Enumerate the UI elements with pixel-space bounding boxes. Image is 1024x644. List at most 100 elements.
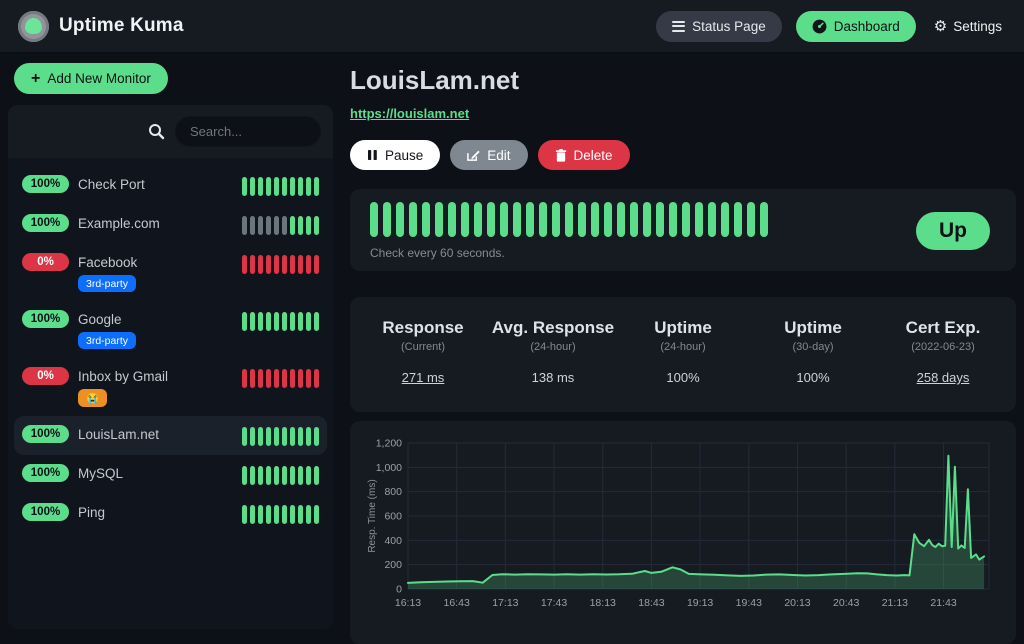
beat xyxy=(250,177,255,196)
add-monitor-label: Add New Monitor xyxy=(47,71,151,86)
beat xyxy=(617,202,625,237)
beat xyxy=(290,312,295,331)
beat xyxy=(298,312,303,331)
beat xyxy=(306,427,311,446)
beat xyxy=(282,427,287,446)
stat-label: Response xyxy=(358,318,488,338)
beat xyxy=(250,427,255,446)
tag-badge: 3rd-party xyxy=(78,332,136,349)
beat xyxy=(298,369,303,388)
beat xyxy=(274,312,279,331)
search-input[interactable] xyxy=(175,116,321,147)
beat xyxy=(298,466,303,485)
svg-text:21:13: 21:13 xyxy=(882,597,908,609)
status-page-button[interactable]: Status Page xyxy=(656,11,782,42)
edit-label: Edit xyxy=(487,148,510,163)
svg-text:18:13: 18:13 xyxy=(590,597,616,609)
beat xyxy=(258,369,263,388)
stat-label: Avg. Response xyxy=(488,318,618,338)
monitor-list-item[interactable]: 100% Ping xyxy=(14,494,327,533)
monitor-list-item[interactable]: 100% MySQL xyxy=(14,455,327,494)
dashboard-button[interactable]: Dashboard xyxy=(796,11,916,42)
monitor-url-link[interactable]: https://louislam.net xyxy=(350,106,469,121)
stat-sublabel: (30-day) xyxy=(748,341,878,353)
beat xyxy=(306,216,311,235)
beat xyxy=(539,202,547,237)
svg-text:20:13: 20:13 xyxy=(784,597,810,609)
monitor-name: Check Port xyxy=(78,177,145,192)
delete-button[interactable]: Delete xyxy=(538,140,630,170)
search-bar xyxy=(8,105,333,158)
stats-panel: Response(Current)271 msAvg. Response(24-… xyxy=(350,297,1016,412)
monitor-list-item[interactable]: 100% Google 3rd-party xyxy=(14,301,327,358)
uptime-badge: 100% xyxy=(22,464,69,482)
svg-text:600: 600 xyxy=(384,511,402,523)
monitor-list-item[interactable]: 100% Check Port xyxy=(14,166,327,205)
mini-heartbeat-bar xyxy=(242,425,319,446)
svg-text:17:43: 17:43 xyxy=(541,597,567,609)
edit-button[interactable]: Edit xyxy=(450,140,527,170)
beat xyxy=(242,312,247,331)
delete-label: Delete xyxy=(574,148,613,163)
monitor-list-item[interactable]: 0%Inbox by Gmail😭 xyxy=(14,358,327,416)
response-time-chart: 02004006008001,0001,20016:1316:4317:1317… xyxy=(364,437,995,629)
beat xyxy=(266,369,271,388)
beat xyxy=(306,255,311,274)
uptime-badge: 100% xyxy=(22,503,69,521)
uptime-badge: 100% xyxy=(22,310,69,328)
check-interval-caption: Check every 60 seconds. xyxy=(370,246,900,260)
pause-button[interactable]: Pause xyxy=(350,140,440,170)
monitor-name: Google xyxy=(78,312,122,327)
monitor-list-item[interactable]: 100%Example.com xyxy=(14,205,327,244)
beat xyxy=(513,202,521,237)
settings-button[interactable]: ⚙ Settings xyxy=(930,11,1006,42)
beat xyxy=(258,312,263,331)
beat xyxy=(306,312,311,331)
heartbeat-panel: Check every 60 seconds. Up xyxy=(350,189,1016,271)
brand[interactable]: Uptime Kuma xyxy=(18,11,184,42)
monitor-name: Ping xyxy=(78,505,105,520)
stat-value: 100% xyxy=(748,370,878,385)
mini-heartbeat-bar xyxy=(242,175,319,196)
tag-row: 3rd-party xyxy=(78,275,137,292)
beat xyxy=(448,202,456,237)
monitor-list-box: 100% Check Port 100%Example.com0%Facebook3… xyxy=(8,105,333,629)
beat xyxy=(298,216,303,235)
beat xyxy=(552,202,560,237)
edit-icon xyxy=(467,149,480,162)
mini-heartbeat-bar xyxy=(242,503,319,524)
beat xyxy=(258,427,263,446)
beat xyxy=(242,255,247,274)
beat xyxy=(242,466,247,485)
stat-column: Response(Current)271 ms xyxy=(358,318,488,385)
add-monitor-button[interactable]: + Add New Monitor xyxy=(14,63,168,94)
tag-badge: 3rd-party xyxy=(78,275,136,292)
beat xyxy=(274,177,279,196)
status-page-label: Status Page xyxy=(692,19,766,34)
svg-text:21:43: 21:43 xyxy=(930,597,956,609)
monitor-list-item[interactable]: 100%LouisLam.net xyxy=(14,416,327,455)
mini-heartbeat-bar xyxy=(242,367,319,388)
beat xyxy=(314,216,319,235)
uptime-badge: 100% xyxy=(22,175,69,193)
beat xyxy=(266,177,271,196)
beat xyxy=(695,202,703,237)
beat xyxy=(274,255,279,274)
svg-text:400: 400 xyxy=(384,535,402,547)
svg-text:200: 200 xyxy=(384,559,402,571)
page-title: LouisLam.net xyxy=(350,65,1016,96)
beat xyxy=(242,427,247,446)
beat xyxy=(643,202,651,237)
beat xyxy=(282,216,287,235)
trash-icon xyxy=(555,149,567,162)
beat xyxy=(314,177,319,196)
svg-text:18:43: 18:43 xyxy=(638,597,664,609)
stat-value: 258 days xyxy=(878,370,1008,385)
svg-text:Resp. Time (ms): Resp. Time (ms) xyxy=(367,479,378,552)
monitor-list-item[interactable]: 0%Facebook3rd-party xyxy=(14,244,327,301)
stat-value: 138 ms xyxy=(488,370,618,385)
tachometer-icon xyxy=(812,19,827,34)
beat xyxy=(290,255,295,274)
monitor-name: MySQL xyxy=(78,466,123,481)
beat xyxy=(290,505,295,524)
